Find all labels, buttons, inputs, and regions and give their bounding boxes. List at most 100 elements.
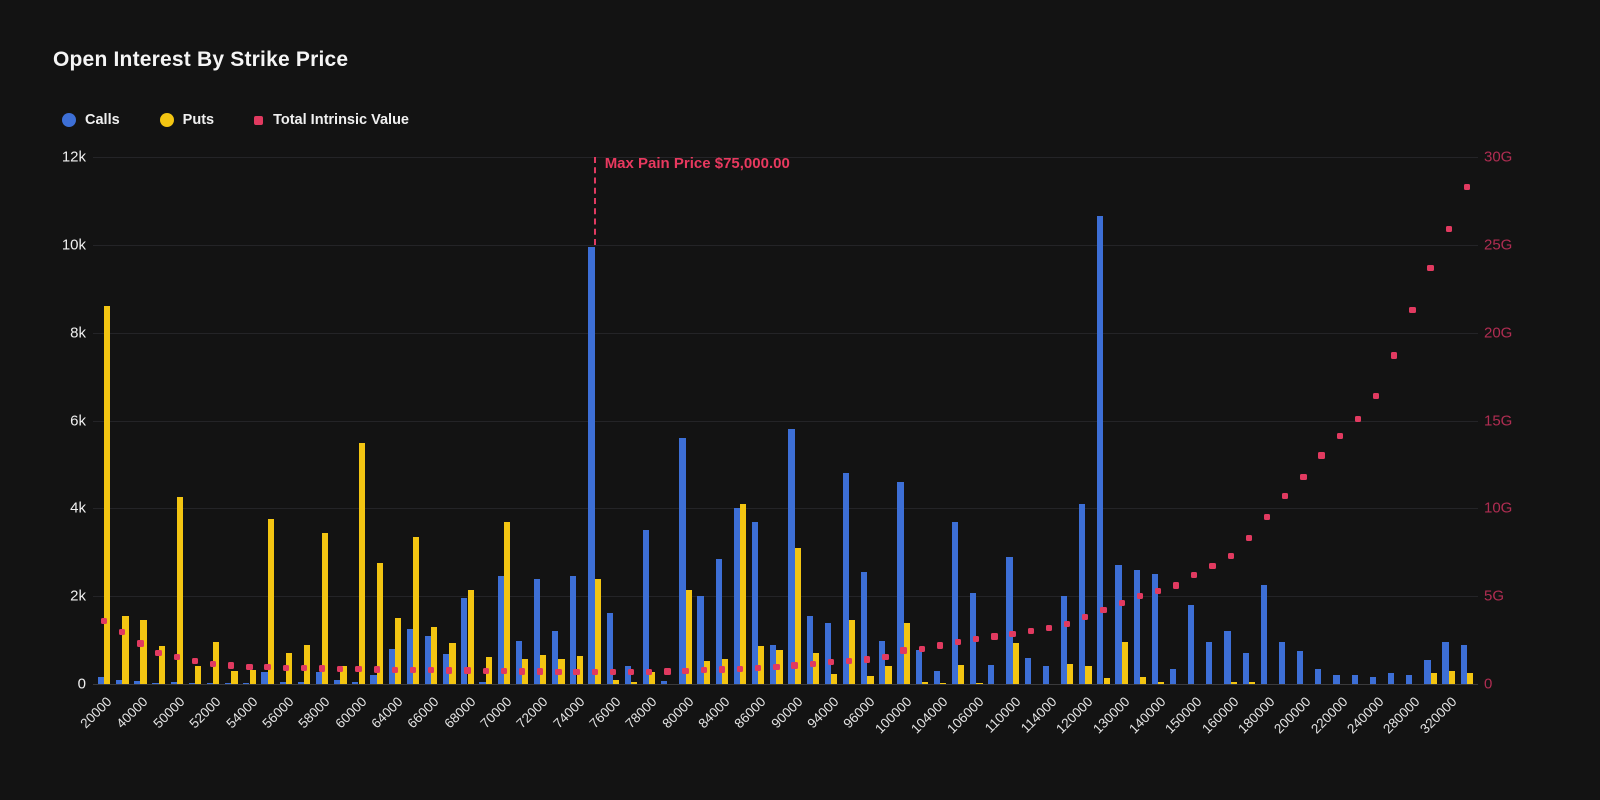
intrinsic-value-point-320000[interactable] [1445, 225, 1452, 233]
intrinsic-value-point-79000[interactable] [664, 668, 671, 675]
intrinsic-value-point-240000[interactable] [1372, 392, 1380, 400]
calls-bar-220000[interactable] [1333, 675, 1340, 684]
puts-bar-98000[interactable] [885, 666, 892, 684]
puts-bar-120000[interactable] [1085, 666, 1092, 684]
intrinsic-value-point-104000[interactable] [936, 642, 944, 649]
calls-bar-79000[interactable] [661, 681, 668, 684]
intrinsic-value-point-66000[interactable] [428, 667, 435, 674]
puts-bar-66000[interactable] [431, 626, 438, 684]
calls-bar-180000[interactable] [1260, 585, 1267, 684]
intrinsic-value-point-92000[interactable] [809, 660, 816, 667]
calls-bar-135000[interactable] [1133, 569, 1140, 684]
intrinsic-value-point-57000[interactable] [300, 665, 308, 672]
intrinsic-value-point-73000[interactable] [555, 668, 562, 675]
puts-bar-40000[interactable] [140, 620, 147, 684]
intrinsic-value-point-106000[interactable] [973, 636, 980, 643]
intrinsic-value-point-280000[interactable] [1409, 306, 1416, 313]
puts-bar-300000[interactable] [1430, 673, 1437, 684]
calls-bar-260000[interactable] [1387, 673, 1395, 684]
intrinsic-value-point-140000[interactable] [1154, 587, 1162, 595]
intrinsic-value-point-190000[interactable] [1282, 492, 1289, 500]
intrinsic-value-point-82000[interactable] [700, 667, 707, 674]
calls-bar-105000[interactable] [951, 521, 959, 684]
puts-bar-140000[interactable] [1158, 681, 1165, 684]
intrinsic-value-point-72000[interactable] [537, 668, 544, 675]
intrinsic-value-point-30000[interactable] [119, 629, 126, 636]
intrinsic-value-point-120000[interactable] [1082, 614, 1089, 621]
intrinsic-value-point-98000[interactable] [882, 653, 889, 660]
puts-bar-92000[interactable] [812, 653, 820, 684]
puts-bar-125000[interactable] [1103, 678, 1110, 684]
intrinsic-value-point-96000[interactable] [864, 656, 871, 663]
calls-bar-230000[interactable] [1351, 675, 1358, 684]
intrinsic-value-point-65000[interactable] [409, 666, 417, 674]
intrinsic-value-point-74000[interactable] [573, 668, 580, 676]
intrinsic-value-point-67000[interactable] [446, 667, 453, 674]
calls-bar-150000[interactable] [1188, 605, 1195, 684]
calls-bar-114000[interactable] [1042, 666, 1049, 684]
intrinsic-value-point-69000[interactable] [482, 667, 489, 674]
intrinsic-value-point-60000[interactable] [355, 666, 362, 673]
puts-bar-320000[interactable] [1448, 670, 1455, 684]
intrinsic-value-point-50000[interactable] [173, 653, 180, 660]
intrinsic-value-point-51000[interactable] [191, 658, 199, 665]
intrinsic-value-point-56000[interactable] [282, 664, 289, 671]
intrinsic-value-point-105000[interactable] [954, 638, 962, 645]
intrinsic-value-point-53000[interactable] [228, 662, 235, 669]
intrinsic-value-point-260000[interactable] [1391, 352, 1398, 359]
calls-bar-145000[interactable] [1169, 668, 1177, 684]
puts-bar-67000[interactable] [449, 642, 456, 684]
intrinsic-value-point-130000[interactable] [1118, 600, 1125, 607]
calls-bar-78000[interactable] [642, 530, 650, 684]
intrinsic-value-point-78000[interactable] [646, 668, 653, 675]
puts-bar-54000[interactable] [249, 669, 256, 684]
intrinsic-value-point-68000[interactable] [464, 667, 471, 674]
intrinsic-value-point-84000[interactable] [718, 666, 726, 673]
puts-bar-95000[interactable] [849, 620, 856, 684]
puts-bar-64000[interactable] [394, 618, 402, 684]
intrinsic-value-point-135000[interactable] [1136, 593, 1143, 600]
calls-bar-120000[interactable] [1079, 503, 1086, 684]
calls-bar-155000[interactable] [1206, 642, 1213, 684]
intrinsic-value-point-86000[interactable] [755, 665, 762, 672]
intrinsic-value-point-20000[interactable] [100, 617, 108, 624]
calls-bar-102000[interactable] [915, 649, 922, 684]
calls-bar-200000[interactable] [1297, 651, 1304, 684]
intrinsic-value-point-95000[interactable] [845, 657, 853, 664]
intrinsic-value-point-102000[interactable] [918, 645, 925, 653]
intrinsic-value-point-150000[interactable] [1191, 571, 1198, 579]
intrinsic-value-point-125000[interactable] [1100, 607, 1107, 614]
puts-bar-94000[interactable] [830, 673, 838, 684]
legend-item-calls[interactable]: Calls [62, 112, 120, 128]
puts-bar-116000[interactable] [1067, 663, 1074, 684]
intrinsic-value-point-70000[interactable] [500, 667, 507, 675]
puts-bar-76000[interactable] [612, 679, 620, 684]
intrinsic-value-point-71000[interactable] [518, 668, 526, 675]
intrinsic-value-point-58000[interactable] [318, 665, 326, 672]
intrinsic-value-point-340000[interactable] [1463, 183, 1471, 191]
puts-bar-77000[interactable] [631, 681, 638, 684]
intrinsic-value-point-40000[interactable] [137, 640, 144, 647]
intrinsic-value-point-55000[interactable] [264, 664, 271, 671]
intrinsic-value-point-300000[interactable] [1427, 264, 1434, 271]
intrinsic-value-point-85000[interactable] [736, 665, 744, 673]
puts-bar-96000[interactable] [867, 676, 874, 684]
intrinsic-value-point-90000[interactable] [791, 662, 798, 669]
intrinsic-value-point-64000[interactable] [391, 666, 398, 674]
intrinsic-value-point-108000[interactable] [991, 633, 998, 640]
intrinsic-value-point-52000[interactable] [209, 660, 217, 667]
intrinsic-value-point-155000[interactable] [1209, 563, 1216, 570]
intrinsic-value-point-94000[interactable] [827, 658, 835, 666]
intrinsic-value-point-200000[interactable] [1300, 473, 1307, 480]
calls-bar-96000[interactable] [861, 572, 868, 684]
puts-bar-105000[interactable] [958, 665, 965, 684]
intrinsic-value-point-114000[interactable] [1045, 624, 1053, 631]
intrinsic-value-point-59000[interactable] [337, 665, 344, 673]
puts-bar-104000[interactable] [940, 682, 947, 684]
puts-bar-135000[interactable] [1139, 677, 1147, 684]
puts-bar-170000[interactable] [1248, 682, 1256, 684]
puts-bar-30000[interactable] [122, 615, 129, 684]
intrinsic-value-point-45000[interactable] [155, 650, 162, 657]
puts-bar-51000[interactable] [194, 666, 202, 684]
puts-bar-58000[interactable] [322, 532, 329, 684]
